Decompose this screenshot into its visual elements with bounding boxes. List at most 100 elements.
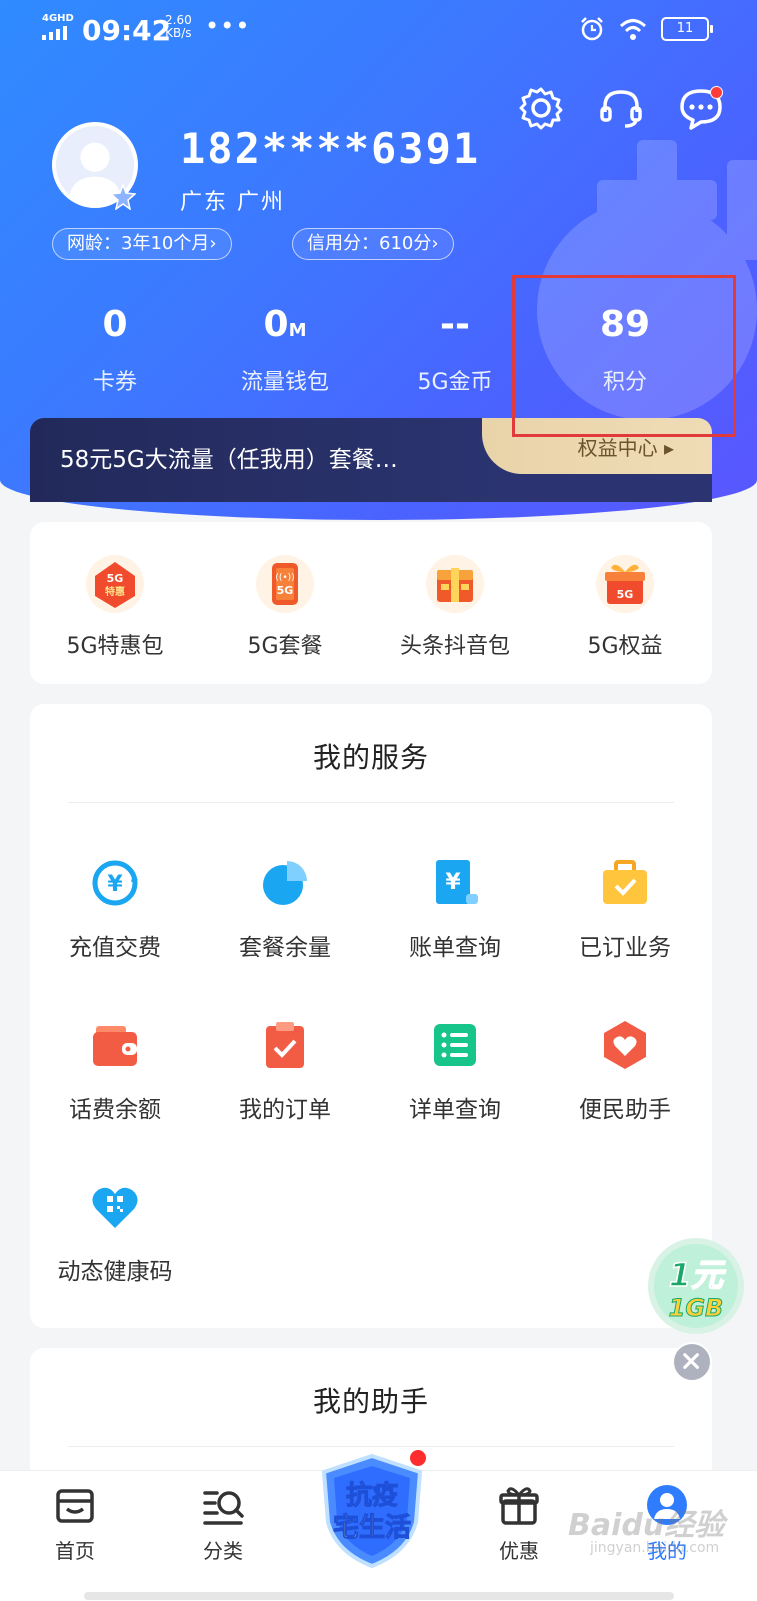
recharge-icon: ¥ [88, 856, 142, 910]
gear-icon [519, 87, 563, 130]
battery-icon: 11 [661, 17, 713, 41]
service-convenience[interactable]: 便民助手 [540, 1018, 710, 1124]
floating-promo-1yuan-1gb[interactable]: 1元 1GB [640, 1236, 750, 1336]
promo-line2: 1GB [669, 1294, 724, 1322]
service-row: 话费余额 我的订单 详单查询 便民助手 [30, 1018, 712, 1124]
credit-score-text: 信用分：610分 [307, 233, 432, 254]
messages-button[interactable] [677, 84, 725, 132]
service-label: 套餐余量 [239, 935, 331, 961]
more-notifications-icon: ••• [205, 12, 251, 40]
network-age-chip[interactable]: 网龄：3年10个月› [52, 228, 232, 260]
service-label: 我的订单 [239, 1097, 331, 1123]
svg-text:¥: ¥ [107, 872, 123, 897]
nav-promo-line2: 宅生活 [333, 1512, 411, 1543]
heart-hexagon-icon [598, 1018, 652, 1072]
service-label: 账单查询 [409, 935, 501, 961]
list-icon [428, 1018, 482, 1072]
unread-dot [710, 86, 723, 99]
settings-button[interactable] [517, 84, 565, 132]
5g-plan-icon: ((•)) 5G [255, 554, 315, 614]
section-title: 我的服务 [312, 741, 429, 774]
tile-toutiao-douyin[interactable]: 头条抖音包 [370, 554, 540, 660]
nav-offers[interactable]: 优惠 [464, 1483, 574, 1564]
alarm-icon [581, 17, 603, 41]
watermark-url: jingyan.baidu.com [590, 1540, 720, 1556]
service-label: 便民助手 [579, 1097, 671, 1123]
briefcase-icon [598, 856, 652, 910]
service-bill-query[interactable]: ¥ 账单查询 [370, 856, 540, 962]
wifi-icon [619, 19, 647, 40]
stat-value: 0 [102, 304, 128, 345]
tile-5g-rights[interactable]: 5G 5G权益 [540, 554, 710, 660]
plan-name: 58元5G大流量（任我用）套餐… [60, 447, 398, 473]
section-title: 我的助手 [312, 1385, 429, 1418]
my-services-card: 我的服务 ¥ 充值交费 套餐余量 ¥ 账单查询 已订业务 话费余额 我的订单 详… [30, 704, 712, 1328]
5g-gift-icon: 5G [595, 554, 655, 614]
service-plan-balance[interactable]: 套餐余量 [200, 856, 370, 962]
5g-quick-access-card: 5G 特惠 5G特惠包 ((•)) 5G 5G套餐 头条抖音包 5G 5G权益 [30, 522, 712, 684]
nav-promo-line1: 抗疫 [346, 1480, 398, 1511]
tile-label: 5G套餐 [247, 634, 323, 659]
stat-coupons[interactable]: 0 卡券 [30, 300, 200, 410]
service-row: ¥ 充值交费 套餐余量 ¥ 账单查询 已订业务 [30, 856, 712, 962]
tile-5g-discount[interactable]: 5G 特惠 5G特惠包 [30, 554, 200, 660]
close-promo-button[interactable] [672, 1342, 712, 1382]
tile-label: 5G权益 [587, 634, 663, 659]
location: 广东 广州 [180, 190, 285, 215]
service-label: 话费余额 [69, 1097, 161, 1123]
nav-label: 首页 [55, 1539, 95, 1563]
stat-value: 0M [263, 304, 307, 345]
service-recharge[interactable]: ¥ 充值交费 [30, 856, 200, 962]
service-fee-balance[interactable]: 话费余额 [30, 1018, 200, 1124]
signal-icon [42, 26, 72, 40]
nav-home[interactable]: 首页 [20, 1483, 130, 1564]
service-label: 详单查询 [409, 1097, 501, 1123]
service-label: 动态健康码 [57, 1259, 173, 1285]
service-my-orders[interactable]: 我的订单 [200, 1018, 370, 1124]
watermark: Baidu经验 [568, 1508, 725, 1543]
nav-promo-badge-dot [410, 1450, 426, 1466]
clipboard-check-icon [258, 1018, 312, 1072]
network-type: 4GHD [42, 13, 74, 24]
stat-label: 流量钱包 [240, 370, 329, 395]
divider [68, 1446, 674, 1447]
service-subscribed[interactable]: 已订业务 [540, 856, 710, 962]
bill-icon: ¥ [428, 856, 482, 910]
shop-home-icon [53, 1483, 97, 1527]
header-actions [517, 84, 725, 132]
svg-text:5G: 5G [107, 572, 124, 585]
chevron-right-icon: › [209, 233, 217, 254]
nav-category[interactable]: 分类 [168, 1483, 278, 1564]
toutiao-douyin-icon [425, 554, 485, 614]
wallet-icon [88, 1018, 142, 1072]
service-row: 动态健康码 [30, 1180, 712, 1286]
svg-text:¥: ¥ [445, 870, 461, 895]
home-indicator [84, 1592, 674, 1600]
service-label: 已订业务 [579, 935, 671, 961]
nav-label: 分类 [203, 1539, 243, 1563]
svg-text:特惠: 特惠 [105, 585, 125, 598]
service-detail-query[interactable]: 详单查询 [370, 1018, 540, 1124]
promo-line1: 1元 [669, 1256, 726, 1294]
stat-data-wallet[interactable]: 0M 流量钱包 [200, 300, 370, 410]
tile-5g-plan[interactable]: ((•)) 5G 5G套餐 [200, 554, 370, 660]
status-bar: 4GHD 09:42 2.60 KB/s ••• 11 [0, 0, 757, 60]
pie-chart-icon [258, 856, 312, 910]
chevron-right-icon: › [431, 233, 439, 254]
status-right-icons: 11 [579, 16, 713, 42]
stat-label: 卡券 [92, 370, 137, 395]
nav-promo-anti-epidemic[interactable]: 抗疫 宅生活 [312, 1452, 432, 1570]
customer-service-button[interactable] [597, 84, 645, 132]
headset-icon [600, 90, 642, 128]
credit-score-chip[interactable]: 信用分：610分› [292, 228, 454, 260]
close-icon [683, 1353, 699, 1369]
tile-label: 5G特惠包 [66, 634, 164, 659]
tile-label: 头条抖音包 [399, 634, 510, 659]
network-age-text: 网龄：3年10个月 [67, 233, 210, 254]
divider [68, 802, 674, 803]
highlight-annotation-box [512, 275, 736, 437]
svg-text:5G: 5G [617, 588, 634, 601]
service-health-code[interactable]: 动态健康码 [30, 1180, 200, 1286]
star-level-badge-icon [110, 184, 136, 210]
5g-discount-icon: 5G 特惠 [85, 554, 145, 614]
